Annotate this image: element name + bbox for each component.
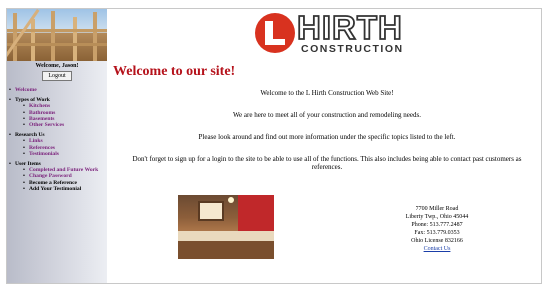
- company-address: 7700 Miller Road Liberty Twp., Ohio 4504…: [377, 205, 497, 253]
- construction-photo: [7, 9, 107, 61]
- sidebar-nav: Welcome Types of Work Kitchens Bathrooms…: [9, 87, 105, 192]
- sidebar-item-label[interactable]: Bathrooms: [29, 110, 55, 116]
- logo-circle-icon: [255, 13, 295, 53]
- phone-number: Phone: 513.777.2487: [411, 222, 463, 228]
- sidebar-group-types-of-work: Types of Work Kitchens Bathrooms Basemen…: [9, 97, 105, 128]
- sidebar-item-testimonials[interactable]: Testimonials: [23, 151, 105, 157]
- license-number: Ohio License 832166: [411, 238, 463, 244]
- kitchen-photo: [178, 195, 274, 259]
- sidebar-item-add-testimonial[interactable]: Add Your Testimonial: [23, 186, 105, 192]
- contact-us-link[interactable]: Contact Us: [424, 246, 451, 252]
- logo-subtitle: CONSTRUCTION: [301, 43, 404, 55]
- sidebar-item-label[interactable]: Become a Reference: [29, 180, 77, 186]
- sidebar-item-welcome[interactable]: Welcome: [9, 87, 105, 93]
- sidebar-item-label[interactable]: Completed and Future Work: [29, 167, 98, 173]
- logo-wordmark: HIRTH: [296, 9, 403, 47]
- sidebar-group-research-us: Research Us Links References Testimonial…: [9, 132, 105, 157]
- address-line: 7700 Miller Road: [415, 206, 459, 212]
- welcome-user-text: Welcome, Jason!: [35, 63, 79, 69]
- sidebar-item-label[interactable]: Other Services: [29, 122, 64, 128]
- hirth-logo: HIRTH CONSTRUCTION: [255, 9, 435, 57]
- sidebar-item-label[interactable]: Kitchens: [29, 103, 50, 109]
- sidebar-item-label[interactable]: Basements: [29, 116, 54, 122]
- sidebar-item-label[interactable]: Change Password: [29, 173, 72, 179]
- sidebar-item-label[interactable]: Add Your Testimonial: [29, 186, 81, 192]
- intro-paragraph: Welcome to the L Hirth Construction Web …: [260, 89, 394, 97]
- fax-number: Fax: 513.779.0353: [414, 230, 460, 236]
- sidebar-item-other-services[interactable]: Other Services: [23, 122, 105, 128]
- sidebar-item-label[interactable]: Welcome: [15, 87, 37, 93]
- intro-paragraph: Don't forget to sign up for a login to t…: [132, 155, 522, 171]
- page-title: Welcome to our site!: [113, 64, 236, 79]
- sidebar-item-label[interactable]: References: [29, 145, 55, 151]
- intro-paragraph: Please look around and find out more inf…: [198, 133, 456, 141]
- sidebar-group-label: Research Us: [15, 132, 45, 139]
- sidebar-group-label: User Items: [15, 161, 41, 168]
- sidebar-group-label: Types of Work: [15, 97, 50, 104]
- browser-content: Welcome, Jason! Logout Welcome Types of …: [6, 8, 542, 284]
- address-line: Liberty Twp., Ohio 45044: [405, 214, 469, 220]
- sidebar-group-user-items: User Items Completed and Future Work Cha…: [9, 161, 105, 192]
- sidebar: Welcome, Jason! Logout Welcome Types of …: [7, 9, 107, 283]
- logout-button[interactable]: Logout: [42, 71, 72, 81]
- intro-paragraph: We are here to meet all of your construc…: [233, 111, 421, 119]
- sidebar-item-label[interactable]: Testimonials: [29, 151, 59, 157]
- sidebar-item-label[interactable]: Links: [29, 138, 43, 144]
